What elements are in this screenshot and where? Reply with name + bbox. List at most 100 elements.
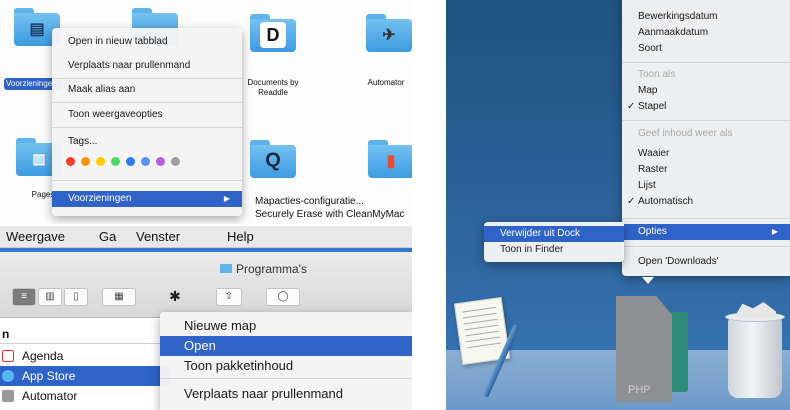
- menu-item-open-in-new-tab[interactable]: Open in nieuw tabblad: [52, 34, 242, 50]
- menu-item-open[interactable]: Open: [160, 336, 412, 356]
- chart-app-folder[interactable]: ▮: [368, 140, 412, 178]
- bar-chart-icon: ▮: [386, 152, 396, 170]
- automator-folder[interactable]: ✈: [366, 14, 412, 52]
- menu-item-fan[interactable]: Waaier: [622, 146, 790, 162]
- menubar-weergave[interactable]: Weergave: [6, 229, 65, 244]
- menu-separator: [622, 218, 790, 219]
- checkmark-icon: ✓: [627, 101, 636, 112]
- menu-item-options-label: Opties: [638, 226, 667, 237]
- documents-by-readdle-label: Documents by Readdle: [247, 78, 299, 97]
- menu-item-stack-label: Stapel: [638, 101, 667, 112]
- menu-item-show-in-finder[interactable]: Toon in Finder: [484, 242, 624, 258]
- automator-label: Automator: [367, 78, 405, 87]
- list-view-button[interactable]: ▥: [38, 288, 62, 306]
- tag-color-yellow[interactable]: [96, 157, 105, 166]
- file-list-right: Mapacties-configuratie... Securely Erase…: [255, 195, 405, 221]
- menu-item-services-label: Voorzieningen: [68, 193, 132, 204]
- documents-by-readdle-folder[interactable]: D: [250, 14, 296, 52]
- tag-color-purple[interactable]: [156, 157, 165, 166]
- dock-item-menu: Verwijder uit Dock Toon in Finder: [484, 222, 624, 262]
- columns-icon: ▥: [45, 291, 55, 302]
- menu-separator: [52, 127, 242, 128]
- menu-item-options[interactable]: Opties ▶: [622, 224, 790, 240]
- quicktime-icon: Q: [265, 149, 281, 172]
- tag-color-red[interactable]: [66, 157, 75, 166]
- finder-list-view: Weergave Ga Venster Help Programma's ≡ ▥…: [0, 226, 412, 410]
- menu-separator: [52, 180, 242, 181]
- app-store-icon: [2, 370, 14, 382]
- menu-heading-display-as: Toon als: [638, 69, 676, 80]
- menu-item-open-downloads[interactable]: Open 'Downloads': [622, 254, 790, 270]
- menu-item-remove-from-dock[interactable]: Verwijder uit Dock: [484, 226, 624, 242]
- quicktime-folder[interactable]: Q: [250, 140, 296, 178]
- menu-item-show-view-options[interactable]: Toon weergaveopties: [52, 107, 242, 123]
- robot-icon: ✈: [382, 26, 396, 44]
- context-menu: Open in nieuw tabblad Verplaats naar pru…: [52, 28, 242, 216]
- crumpled-paper-icon: [734, 302, 776, 318]
- tag-color-orange[interactable]: [81, 157, 90, 166]
- downloads-stack-dock-icon[interactable]: PHP: [616, 296, 688, 404]
- menu-item-move-to-trash[interactable]: Verplaats naar prullenmand: [52, 58, 242, 74]
- list-view-icon: ≡: [21, 291, 27, 302]
- column-header-name[interactable]: n: [2, 327, 9, 341]
- tag-color-blue-2[interactable]: [141, 157, 150, 166]
- submenu-arrow-icon: ▶: [771, 227, 778, 236]
- menu-item-list[interactable]: Lijst: [622, 178, 790, 194]
- menubar-venster[interactable]: Venster: [136, 229, 180, 244]
- menu-separator: [52, 102, 242, 103]
- tag-button[interactable]: ◯: [266, 288, 300, 306]
- menu-item-services[interactable]: Voorzieningen ▶: [52, 191, 242, 207]
- cover-flow-button[interactable]: ▯: [64, 288, 88, 306]
- php-label: PHP: [628, 384, 651, 396]
- list-item[interactable]: Securely Erase with CleanMyMac: [255, 208, 405, 221]
- menu-item-grid[interactable]: Raster: [622, 162, 790, 178]
- tag-icon: ◯: [277, 291, 289, 302]
- menu-item-move-to-trash[interactable]: Verplaats naar prullenmand: [160, 384, 412, 404]
- dock-stack-panel: Bewerkingsdatum Aanmaakdatum Soort Toon …: [446, 0, 790, 410]
- menubar-help[interactable]: Help: [227, 229, 254, 244]
- automator-icon: [2, 390, 14, 402]
- cover-flow-icon: ▯: [73, 291, 79, 302]
- menu-item-tags[interactable]: Tags...: [52, 134, 242, 150]
- menu-item-kind[interactable]: Soort: [622, 41, 790, 57]
- documents-app-icon: D: [260, 21, 286, 48]
- menu-item-show-package-contents[interactable]: Toon pakketinhoud: [160, 356, 412, 376]
- trash-dock-icon[interactable]: [725, 302, 785, 398]
- menu-separator: [160, 378, 412, 379]
- file-name: App Store: [22, 369, 76, 383]
- grid-icon: ▦: [114, 291, 124, 302]
- tag-color-gray[interactable]: [171, 157, 180, 166]
- table-row[interactable]: Agenda: [0, 346, 170, 366]
- menu-item-make-alias[interactable]: Maak alias aan: [52, 82, 242, 98]
- gear-icon: ✱: [169, 288, 181, 304]
- menu-separator: [52, 78, 242, 79]
- share-button[interactable]: ⇧: [216, 288, 242, 306]
- tag-color-green[interactable]: [111, 157, 120, 166]
- table-row[interactable]: Automator: [0, 386, 170, 406]
- arrange-button[interactable]: ▦: [102, 288, 136, 306]
- menu-separator: [622, 246, 790, 247]
- table-row-selected[interactable]: App Store: [0, 366, 170, 386]
- menu-item-new-folder[interactable]: Nieuwe map: [160, 316, 412, 336]
- menu-bar: Weergave Ga Venster Help: [0, 226, 412, 248]
- icon-view-button[interactable]: ≡: [12, 288, 36, 306]
- menu-item-automatic[interactable]: ✓ Automatisch: [622, 194, 790, 210]
- menu-item-automatic-label: Automatisch: [638, 196, 694, 207]
- menu-item-stack[interactable]: ✓ Stapel: [622, 99, 790, 115]
- action-gear-button[interactable]: ✱: [160, 288, 190, 306]
- menu-item-date-created[interactable]: Aanmaakdatum: [622, 25, 790, 41]
- calendar-icon: [2, 350, 14, 362]
- list-item[interactable]: Mapacties-configuratie...: [255, 195, 405, 208]
- menubar-ga[interactable]: Ga: [99, 229, 116, 244]
- finder-icon-view: ▤ Voorzieningen D Documents by Readdle ✈…: [0, 0, 412, 224]
- menu-separator: [622, 62, 790, 63]
- checkmark-icon: ✓: [627, 196, 636, 207]
- folder-icon: [220, 264, 232, 273]
- tag-color-blue[interactable]: [126, 157, 135, 166]
- menu-item-folder[interactable]: Map: [622, 83, 790, 99]
- menu-heading-view-content-as: Geef inhoud weer als: [638, 128, 733, 139]
- menu-item-date-modified[interactable]: Bewerkingsdatum: [622, 9, 790, 25]
- submenu-arrow-icon: ▶: [223, 194, 230, 203]
- window-toolbar: Programma's: [0, 252, 412, 318]
- file-name: Automator: [22, 389, 78, 403]
